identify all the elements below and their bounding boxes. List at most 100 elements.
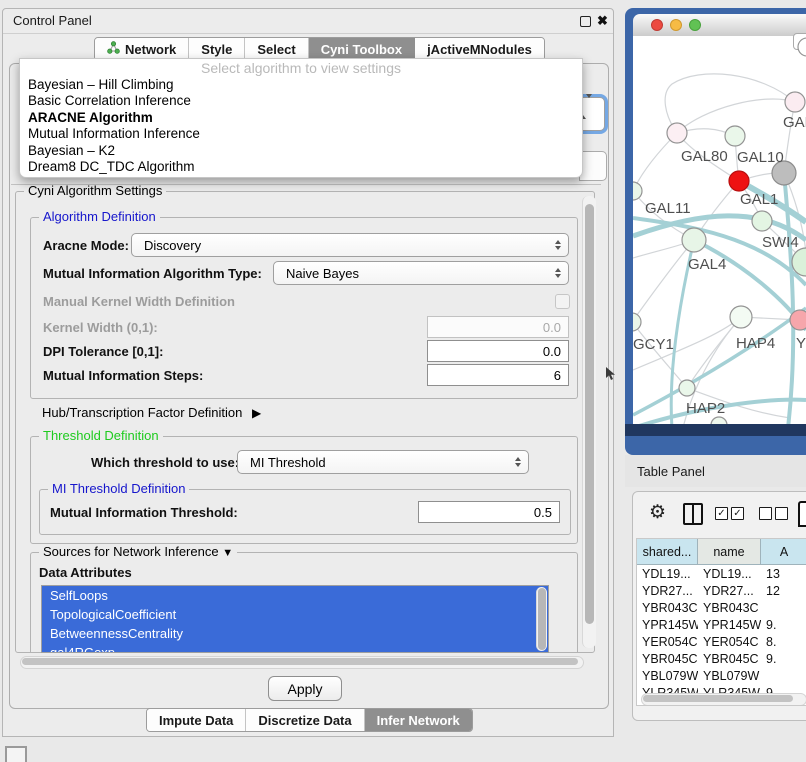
- mac-minimize-icon[interactable]: [670, 19, 682, 31]
- dpi-tolerance-label: DPI Tolerance [0,1]:: [43, 344, 163, 359]
- network-node[interactable]: [667, 123, 687, 143]
- table-row[interactable]: YBR043CYBR043C: [637, 599, 806, 616]
- list-item[interactable]: SelfLoops: [42, 586, 548, 605]
- table-row[interactable]: YPR145WYPR145W9.: [637, 616, 806, 633]
- column-header[interactable]: shared...: [637, 539, 698, 565]
- table-row[interactable]: YER054CYER054C8.: [637, 633, 806, 650]
- menu-item[interactable]: Dream8 DC_TDC Algorithm: [20, 159, 582, 175]
- tab-select[interactable]: Select: [245, 38, 308, 60]
- network-window: GALGAL80GAL10GAL1GAL11SWI4GAL4GCY1HAP4YH…: [625, 8, 806, 455]
- mi-steps-label: Mutual Information Steps:: [43, 368, 203, 383]
- table-cell: YBR043C: [698, 599, 761, 616]
- node-label: GCY1: [633, 336, 674, 353]
- mi-steps-field[interactable]: 6: [427, 364, 569, 386]
- settings-vertical-scrollbar[interactable]: [582, 196, 596, 648]
- cyni-algorithm-settings-group: Cyni Algorithm Settings Algorithm Defini…: [15, 191, 595, 653]
- mac-zoom-icon[interactable]: [689, 19, 701, 31]
- list-item[interactable]: TopologicalCoefficient: [42, 605, 548, 624]
- data-attributes-list[interactable]: SelfLoopsTopologicalCoefficientBetweenne…: [41, 585, 549, 653]
- network-selector-combo-fragment[interactable]: [579, 151, 607, 181]
- mac-close-icon[interactable]: [651, 19, 663, 31]
- menu-item[interactable]: Bayesian – K2: [20, 143, 582, 159]
- kernel-width-field[interactable]: 0.0: [427, 316, 569, 338]
- split-columns-icon[interactable]: [683, 503, 703, 525]
- menu-item[interactable]: Basic Correlation Inference: [20, 93, 582, 109]
- tab-network[interactable]: Network: [95, 38, 189, 60]
- unchecked-checkbox-icon[interactable]: [759, 507, 772, 520]
- network-node[interactable]: [679, 380, 695, 396]
- column-header[interactable]: A: [761, 539, 806, 565]
- network-node[interactable]: [730, 306, 752, 328]
- float-window-icon[interactable]: [580, 16, 591, 27]
- hub-definition-toggle[interactable]: Hub/Transcription Factor Definition ▶: [42, 405, 261, 420]
- mi-threshold-field[interactable]: 0.5: [418, 501, 560, 523]
- table-cell: YPR145W: [698, 616, 761, 633]
- network-node[interactable]: [790, 310, 806, 330]
- which-threshold-combo[interactable]: MI Threshold: [237, 450, 529, 474]
- table-row[interactable]: YDL19...YDL19...13: [637, 565, 806, 582]
- network-node-labels: GALGAL80GAL10GAL1GAL11SWI4GAL4GCY1HAP4YH…: [633, 114, 806, 417]
- table-cell: [761, 599, 806, 616]
- network-node[interactable]: [682, 228, 706, 252]
- kernel-width-label: Kernel Width (0,1):: [43, 320, 158, 335]
- chevron-down-icon[interactable]: ▼: [222, 547, 233, 559]
- settings-group-title: Cyni Algorithm Settings: [24, 183, 166, 198]
- node-label: GAL80: [681, 148, 728, 165]
- which-threshold-value: MI Threshold: [250, 455, 326, 470]
- tab-infer-network[interactable]: Infer Network: [365, 709, 472, 731]
- settings-horizontal-scrollbar[interactable]: [20, 656, 584, 669]
- network-node[interactable]: [785, 92, 805, 112]
- close-icon[interactable]: ✖: [597, 14, 608, 27]
- hidden-group-border: [11, 184, 601, 185]
- list-item[interactable]: gal4RGexp: [42, 643, 548, 653]
- tab-impute-data[interactable]: Impute Data: [147, 709, 246, 731]
- node-label: GAL11: [645, 200, 691, 217]
- network-node[interactable]: [633, 313, 641, 331]
- combo-stepper-icon: [515, 457, 521, 467]
- checked-checkbox-icon[interactable]: ✓: [715, 507, 728, 520]
- table-row[interactable]: YBR045CYBR045C9.: [637, 650, 806, 667]
- mi-threshold-definition-title: MI Threshold Definition: [48, 481, 189, 496]
- tab-style[interactable]: Style: [189, 38, 245, 60]
- network-window-bottom-edge: [625, 424, 806, 436]
- network-node[interactable]: [711, 417, 727, 424]
- menu-item[interactable]: ARACNE Algorithm: [20, 110, 582, 126]
- tab-cyni-toolbox[interactable]: Cyni Toolbox: [309, 38, 415, 60]
- apply-button[interactable]: Apply: [268, 676, 342, 701]
- unchecked-checkbox-icon[interactable]: [775, 507, 788, 520]
- gear-icon[interactable]: ⚙: [649, 501, 666, 524]
- checked-checkbox-icon[interactable]: ✓: [731, 507, 744, 520]
- network-icon: [107, 41, 120, 57]
- network-node[interactable]: [633, 182, 642, 200]
- document-icon[interactable]: [798, 501, 806, 527]
- aracne-mode-label: Aracne Mode:: [43, 238, 129, 253]
- network-node[interactable]: [798, 38, 806, 56]
- tab-jactivemnodules[interactable]: jActiveMNodules: [415, 38, 544, 60]
- node-label: GAL1: [740, 191, 778, 208]
- sources-group: Sources for Network Inference ▼ Data Att…: [30, 552, 578, 652]
- mouse-cursor: [606, 367, 617, 381]
- table-cell: YDR27...: [637, 582, 698, 599]
- network-node[interactable]: [725, 126, 745, 146]
- network-node[interactable]: [729, 171, 749, 191]
- algorithm-definition-group: Algorithm Definition Aracne Mode: Discov…: [30, 217, 578, 399]
- aracne-mode-combo[interactable]: Discovery: [131, 233, 569, 257]
- minimized-panel-icon[interactable]: [5, 746, 27, 762]
- table-row[interactable]: YBL079WYBL079W: [637, 667, 806, 684]
- list-item[interactable]: BetweennessCentrality: [42, 624, 548, 643]
- network-node[interactable]: [752, 211, 772, 231]
- manual-kernel-checkbox[interactable]: [555, 294, 570, 309]
- algorithm-definition-title: Algorithm Definition: [39, 209, 160, 224]
- tab-discretize-data[interactable]: Discretize Data: [246, 709, 364, 731]
- column-header[interactable]: name: [698, 539, 761, 565]
- control-panel-title: Control Panel: [13, 13, 92, 28]
- table-row[interactable]: YDR27...YDR27...12: [637, 582, 806, 599]
- table-cell: YBR045C: [698, 650, 761, 667]
- mi-algorithm-type-combo[interactable]: Naive Bayes: [273, 261, 569, 285]
- menu-item[interactable]: Bayesian – Hill Climbing: [20, 77, 582, 93]
- table-horizontal-scrollbar[interactable]: [641, 693, 806, 706]
- dpi-tolerance-field[interactable]: 0.0: [427, 340, 569, 362]
- node-label: GAL4: [688, 256, 726, 273]
- menu-item[interactable]: Mutual Information Inference: [20, 126, 582, 142]
- attributes-list-scrollbar[interactable]: [536, 587, 547, 651]
